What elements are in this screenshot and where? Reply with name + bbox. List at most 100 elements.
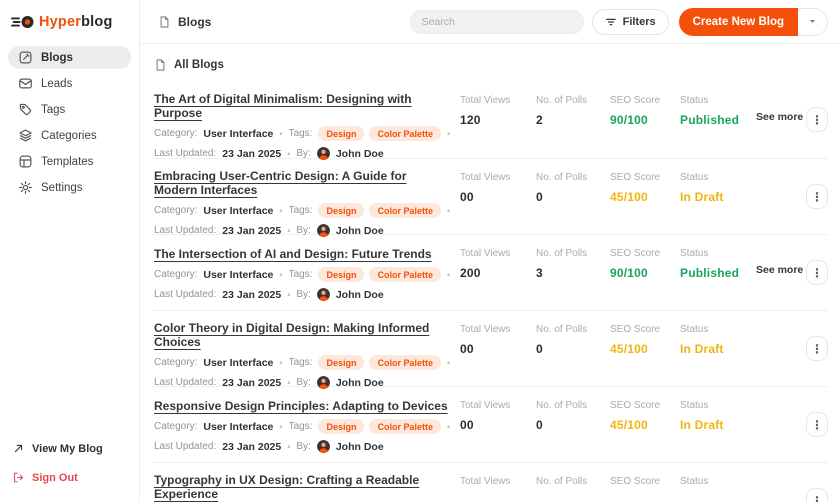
blog-row: Responsive Design Principles: Adapting t… (152, 386, 828, 462)
stat-label-status: Status (680, 324, 709, 335)
sidebar-item-tags[interactable]: Tags (8, 98, 131, 121)
meta-label: Category: (154, 269, 198, 280)
tags-label: Tags: (288, 421, 313, 432)
stat-seo-score: SEO Score 45/100 (610, 397, 680, 432)
dot-separator: • (287, 289, 291, 300)
last-updated-value: 23 Jan 2025 (222, 288, 282, 301)
total-views-value: 00 (460, 190, 474, 204)
sidebar-item-leads[interactable]: Leads (8, 72, 131, 95)
sidebar-item-blogs[interactable]: Blogs (8, 46, 131, 69)
edit-square-icon (18, 50, 33, 65)
tag-list: Design Color Palette (318, 419, 441, 434)
arrow-up-right-icon (12, 442, 25, 455)
stat-label-status: Status (680, 400, 709, 411)
seo-score-value: 90/100 (610, 266, 648, 280)
blog-info: The Intersection of AI and Design: Futur… (154, 245, 460, 307)
filters-button[interactable]: Filters (591, 8, 669, 35)
dot-separator: • (279, 128, 283, 139)
kebab-menu-button[interactable]: ⋮ (806, 184, 828, 209)
blog-title-link[interactable]: Responsive Design Principles: Adapting t… (154, 399, 448, 413)
blog-info: The Art of Digital Minimalism: Designing… (154, 92, 460, 166)
main-area: Blogs Filters Create New Blog (140, 0, 840, 502)
see-more-link[interactable]: See more (756, 111, 806, 123)
stat-total-views: Total Views 200 (460, 245, 536, 280)
blog-title-link[interactable]: The Intersection of AI and Design: Futur… (154, 247, 432, 261)
blog-list: The Art of Digital Minimalism: Designing… (152, 82, 828, 502)
last-updated-label: Last Updated: (154, 148, 217, 159)
blog-meta-line-2: Last Updated: 23 Jan 2025 • By: John Doe (154, 224, 452, 237)
sidebar-item-label: Tags (41, 103, 66, 116)
stat-seo-score: SEO Score 45/100 (610, 321, 680, 356)
kebab-menu-button[interactable]: ⋮ (806, 412, 828, 437)
kebab-menu-button[interactable]: ⋮ (806, 260, 828, 285)
filter-icon (605, 16, 617, 28)
meta-label: Category: (154, 421, 198, 432)
gear-icon (18, 180, 33, 195)
stat-seo-score: SEO Score 90/100 (610, 92, 680, 127)
sidebar-item-templates[interactable]: Templates (8, 150, 131, 173)
breadcrumb-label: Blogs (178, 14, 212, 29)
stat-label-seo-score: SEO Score (610, 248, 661, 259)
sidebar-item-categories[interactable]: Categories (8, 124, 131, 147)
stat-seo-score: SEO Score 90/100 (610, 245, 680, 280)
tag-list: Design Color Palette (318, 267, 441, 282)
sidebar-footer-sign-out[interactable]: Sign Out (12, 471, 127, 484)
stat-label-no-of-polls: No. of Polls (536, 476, 588, 487)
author-name: John Doe (335, 376, 384, 389)
search-input[interactable] (409, 9, 584, 34)
meta-label: Category: (154, 128, 198, 139)
last-updated-value: 23 Jan 2025 (222, 224, 282, 237)
blog-meta-line-2: Last Updated: 23 Jan 2025 • By: John Doe (154, 147, 452, 160)
no-of-polls-value: 0 (536, 418, 543, 432)
kebab-menu-button[interactable]: ⋮ (806, 107, 828, 132)
last-updated-value: 23 Jan 2025 (222, 147, 282, 160)
kebab-menu-button[interactable]: ⋮ (806, 488, 828, 502)
stat-total-views: Total Views 00 (460, 397, 536, 432)
blog-title-link[interactable]: The Art of Digital Minimalism: Designing… (154, 92, 452, 120)
content: All Blogs The Art of Digital Minimalism:… (140, 44, 840, 502)
dot-separator: • (447, 205, 451, 216)
author-name: John Doe (335, 147, 384, 160)
blog-meta-line-1: Category: User Interface • Tags: Design C… (154, 267, 452, 282)
tags-label: Tags: (288, 128, 313, 139)
sidebar-footer-view-my-blog[interactable]: View My Blog (12, 442, 127, 455)
blog-title-link[interactable]: Color Theory in Digital Design: Making I… (154, 321, 452, 349)
author-avatar (316, 440, 330, 453)
sidebar-footer-label: Sign Out (32, 471, 78, 484)
stat-label-no-of-polls: No. of Polls (536, 400, 588, 411)
author-avatar (316, 224, 330, 237)
dot-separator: • (287, 148, 291, 159)
blog-row: Embracing User-Centric Design: A Guide f… (152, 158, 828, 237)
sidebar-item-settings[interactable]: Settings (8, 176, 131, 199)
stat-seo-score: SEO Score (610, 473, 680, 494)
tag-list: Design Color Palette (318, 355, 441, 370)
kebab-menu-button[interactable]: ⋮ (806, 336, 828, 361)
dot-separator: • (279, 269, 283, 280)
meta-value: User Interface (203, 356, 274, 369)
blog-title-link[interactable]: Typography in UX Design: Crafting a Read… (154, 473, 452, 501)
author-name: John Doe (335, 224, 384, 237)
tags-label: Tags: (288, 357, 313, 368)
topbar: Blogs Filters Create New Blog (140, 0, 840, 44)
status-value: In Draft (680, 418, 724, 432)
see-more-link[interactable]: See more (756, 264, 806, 276)
create-new-blog-button[interactable]: Create New Blog (678, 7, 798, 36)
by-label: By: (296, 225, 311, 236)
tag-pill: Design (318, 267, 365, 282)
blog-meta-line-1: Category: User Interface • Tags: Design C… (154, 126, 452, 141)
last-updated-label: Last Updated: (154, 289, 217, 300)
sidebar-item-label: Leads (41, 77, 73, 90)
by-label: By: (296, 289, 311, 300)
last-updated-value: 23 Jan 2025 (222, 376, 282, 389)
blog-title-link[interactable]: Embracing User-Centric Design: A Guide f… (154, 169, 452, 197)
stat-status: Status Published (680, 245, 756, 280)
logo: Hyperblog (8, 10, 131, 46)
stat-total-views: Total Views (460, 473, 536, 494)
blog-meta-line-1: Category: User Interface • Tags: Design C… (154, 203, 452, 218)
blog-meta-line-2: Last Updated: 23 Jan 2025 • By: John Doe (154, 440, 452, 453)
sidebar-item-label: Settings (41, 181, 83, 194)
create-new-blog-dropdown-button[interactable] (798, 7, 828, 36)
tag-pill: Color Palette (369, 267, 441, 282)
tag-pill: Design (318, 355, 365, 370)
breadcrumb: Blogs (158, 15, 211, 29)
